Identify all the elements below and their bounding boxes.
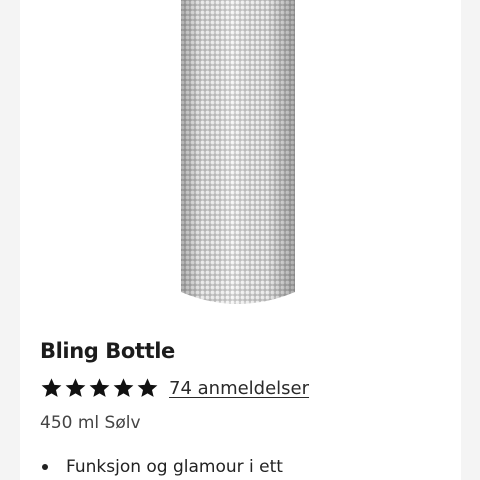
product-title: Bling Bottle [40, 339, 175, 363]
bottle-image [181, 0, 295, 304]
reviews-link[interactable]: 74 anmeldelser [169, 378, 309, 399]
product-card: Bling Bottle 74 anmeldelser 450 ml Sølv … [20, 0, 461, 480]
star-icon [65, 378, 86, 397]
star-icon [89, 378, 110, 397]
rating-row: 74 anmeldelser [40, 374, 309, 402]
feature-list: Funksjon og glamour i ett [40, 457, 283, 477]
rating-stars [40, 377, 159, 399]
product-variant: 450 ml Sølv [40, 413, 141, 433]
feature-text: Funksjon og glamour i ett [66, 457, 283, 477]
star-icon [137, 378, 158, 397]
bullet-icon [42, 464, 48, 470]
product-image[interactable] [20, 0, 461, 322]
star-icon [41, 378, 62, 397]
star-icon [113, 378, 134, 397]
feature-item: Funksjon og glamour i ett [40, 457, 283, 477]
